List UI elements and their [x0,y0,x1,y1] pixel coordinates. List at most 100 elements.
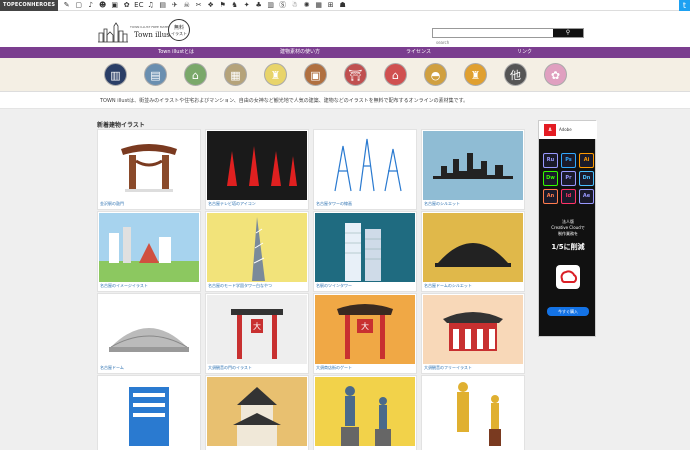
illustration-card[interactable]: 名古屋のイメージイラスト [97,211,201,292]
topbar-icon[interactable]: Ⓢ [278,0,287,11]
illustration-thumbnail[interactable] [315,377,415,446]
illustration-image [227,146,297,186]
nav-item-about[interactable]: Town illustとは [158,47,194,58]
topbar-icon[interactable]: ▥ [266,0,275,11]
topbar-icon[interactable]: ☗ [338,0,347,11]
illustration-card[interactable]: 大大須観音の門のイラスト [205,293,309,374]
illustration-thumbnail[interactable] [315,213,415,282]
illustration-thumbnail[interactable] [423,213,523,282]
topbar-icon[interactable]: ♪ [86,0,95,11]
topbar-icon[interactable]: ▣ [110,0,119,11]
illustration-thumbnail[interactable] [99,131,199,200]
illustration-caption-link[interactable]: 大須観音の門のイラスト [208,365,252,371]
illustration-thumbnail[interactable] [99,295,199,364]
illustration-card[interactable]: 大大須商店街のゲート [313,293,417,374]
site-logo[interactable]: TOWN ILLUST FREE MATERIAL Town illust 無料… [98,19,198,47]
illustration-card[interactable]: 大須観音のフリーイラスト [421,293,525,374]
illustration-card[interactable]: 名古屋ドーム [97,293,201,374]
illustration-caption-link[interactable]: 大須商店街のゲート [316,365,352,371]
illustration-caption-link[interactable]: 名古屋タワーの線画 [316,201,352,207]
buy-now-button[interactable]: 今すぐ購入 [547,307,589,316]
ad-brand-bar: A Adobe [539,121,597,139]
topbar-icon[interactable]: EC [134,0,143,11]
castle-icon[interactable]: ♜ [464,63,487,86]
svg-text:大: 大 [361,321,369,331]
adobe-ad[interactable]: A Adobe Ru Ps Ai Dw Pr Dn An Id Ae 法人版 Creative … [538,120,597,337]
twitter-icon[interactable]: t [679,0,690,11]
nav-item-license[interactable]: ライセンス [406,47,431,58]
topbar-icon[interactable]: ☠ [182,0,191,11]
illustration-caption-link[interactable]: 名古屋のシルエット [424,201,460,207]
illustration-image [433,153,513,179]
illustration-thumbnail[interactable]: 大 [315,295,415,364]
illustration-card[interactable]: 名古屋テレビ塔のアイコン [205,129,309,210]
topbar-icon[interactable]: ✺ [302,0,311,11]
illustration-thumbnail[interactable] [207,213,307,282]
topbar-icon[interactable]: ▤ [158,0,167,11]
search-input[interactable] [433,38,553,47]
topbar-icon[interactable]: ⚑ [218,0,227,11]
topbar-icon[interactable]: ▦ [314,0,323,11]
topbar-icon[interactable]: ❖ [206,0,215,11]
topbar-icon[interactable]: ♞ [230,0,239,11]
other-icon[interactable]: 他 [504,63,527,86]
illustration-caption-link[interactable]: 名古屋ドームのシルエット [424,283,472,289]
illustration-card[interactable]: 名古屋のシルエット [421,129,525,210]
illustration-card[interactable] [97,375,201,450]
shop-icon[interactable]: ⌂ [384,63,407,86]
illustration-card[interactable] [421,375,525,450]
illustration-card[interactable]: 名古屋タワーの線画 [313,129,417,210]
illustration-caption-link[interactable]: 大須観音のフリーイラスト [424,365,472,371]
illustration-card[interactable] [205,375,309,450]
topbar-icon[interactable]: ☃ [290,0,299,11]
topbar-icon[interactable]: ✈ [170,0,179,11]
illustration-thumbnail[interactable] [207,131,307,200]
topbar-icon[interactable]: ⊞ [326,0,335,11]
illustration-card[interactable]: 金沢駅の鼓門 [97,129,201,210]
nav-item-howto[interactable]: 建物素材の使い方 [280,47,320,58]
ad-app-grid: Ru Ps Ai Dw Pr Dn An Id Ae [543,153,594,204]
illustration-thumbnail[interactable] [99,377,199,446]
temple-icon[interactable]: ⛩ [344,63,367,86]
illustration-thumbnail[interactable] [423,131,523,200]
illustration-caption-link[interactable]: 名古屋のイメージイラスト [100,283,148,289]
illustration-caption-link[interactable]: 名駅のツインタワー [316,283,352,289]
topbar-icon[interactable]: ♣ [254,0,263,11]
topbar-icon[interactable]: ✿ [122,0,131,11]
illustration-thumbnail[interactable] [99,213,199,282]
illustration-caption-link[interactable]: 名古屋のモード学園タワー白なやつ [208,283,272,289]
illustration-thumbnail[interactable] [423,295,523,364]
illustration-caption-link[interactable]: 名古屋ドーム [100,365,124,371]
illustration-card[interactable]: 名駅のツインタワー [313,211,417,292]
illustration-thumbnail[interactable] [423,377,523,446]
illustration-thumbnail[interactable] [315,131,415,200]
category-glyph: ⌂ [192,69,199,82]
illustration-image [121,144,177,192]
illustration-image [99,227,199,282]
building-icon[interactable]: ▤ [144,63,167,86]
illustration-card[interactable]: 名古屋ドームのシルエット [421,211,525,292]
topbar-icon[interactable]: ♫ [146,0,155,11]
city-icon[interactable]: ▥ [104,63,127,86]
illustration-caption-link[interactable]: 金沢駅の鼓門 [100,201,124,207]
illustration-card[interactable] [313,375,417,450]
topbar-icon[interactable]: ✎ [62,0,71,11]
illustration-card[interactable]: 名古屋のモード学園タワー白なやつ [205,211,309,292]
topbar-icon[interactable]: ▢ [74,0,83,11]
station-icon[interactable]: ▣ [304,63,327,86]
illustration-thumbnail[interactable] [207,377,307,446]
topbar-brand[interactable]: TOPECONHEROES [0,0,59,11]
apartment-icon[interactable]: ▦ [224,63,247,86]
flower-icon[interactable]: ✿ [544,63,567,86]
dome-icon[interactable]: ◓ [424,63,447,86]
house-icon[interactable]: ⌂ [184,63,207,86]
search-button[interactable]: ⚲ [553,29,583,37]
tower-icon[interactable]: ♜ [264,63,287,86]
topbar-icon[interactable]: ☻ [98,0,107,11]
nav-item-links[interactable]: リンク [517,47,532,58]
illustration-caption-link[interactable]: 名古屋テレビ塔のアイコン [208,201,256,207]
illustration-thumbnail[interactable]: 大 [207,295,307,364]
free-badge: 無料 イラスト [168,19,190,41]
topbar-icon[interactable]: ✂ [194,0,203,11]
topbar-icon[interactable]: ✦ [242,0,251,11]
